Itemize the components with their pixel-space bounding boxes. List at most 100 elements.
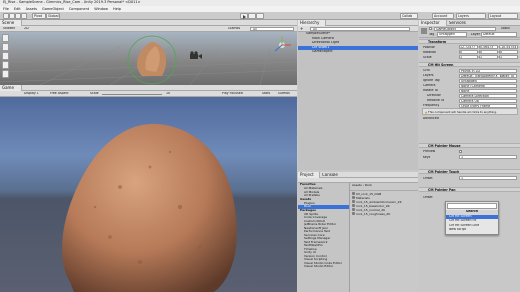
- file-name: rock_15_roughness_2K: [356, 212, 391, 216]
- menu-window[interactable]: Window: [94, 7, 108, 11]
- hierarchy-search-input[interactable]: All: [310, 27, 410, 31]
- view-tool-icon[interactable]: [2, 34, 9, 42]
- hierarchy-item[interactable]: GameObject: [298, 50, 418, 55]
- camera-gizmo-icon[interactable]: [190, 51, 202, 59]
- stats-toggle[interactable]: Stats: [262, 92, 270, 95]
- field-label: Layers: [423, 74, 434, 77]
- field-dropdown[interactable]: None: [459, 88, 517, 93]
- scale-z[interactable]: 1: [499, 55, 518, 59]
- add-component-popup: Search CM Hit Screen CM Hit Screen Fit C…: [445, 201, 499, 235]
- field-dropdown[interactable]: None (Camera): [459, 83, 517, 88]
- pointer-mouse-header[interactable]: CM Pointer Mouse: [419, 143, 520, 148]
- file-icon: [352, 200, 355, 203]
- position-z[interactable]: -10.54754: [499, 45, 518, 49]
- pivot-toggle[interactable]: Pivot: [32, 13, 46, 19]
- file-icon: [352, 192, 355, 195]
- breadcrumb-rock[interactable]: Rock: [365, 183, 372, 187]
- scene-orientation-gizmo[interactable]: [272, 35, 292, 55]
- menu-gameobject[interactable]: GameObject: [42, 7, 64, 11]
- move-handle-icon[interactable]: [2, 43, 9, 51]
- add-component-item[interactable]: New script: [446, 228, 498, 233]
- display-dropdown[interactable]: Display 1: [24, 92, 39, 95]
- rotation-z[interactable]: 0: [499, 50, 518, 54]
- field-dropdown[interactable]: Default, TransparentFX, Water, UI: [459, 73, 517, 78]
- file-list: 03_rock_15_DGB Materials rock_15_ambientOc…: [350, 191, 418, 216]
- tab-services[interactable]: Services: [449, 21, 466, 25]
- hierarchy-create-button[interactable]: +: [300, 27, 303, 31]
- rotate-handle-icon[interactable]: [2, 52, 9, 60]
- global-toggle[interactable]: Global: [46, 13, 60, 19]
- advanced-foldout[interactable]: Advanced: [423, 117, 439, 120]
- layer-dropdown[interactable]: Default: [481, 32, 517, 37]
- tab-console[interactable]: Console: [322, 173, 338, 177]
- active-checkbox[interactable]: [429, 27, 432, 30]
- tag-dropdown[interactable]: Untagged: [437, 32, 467, 37]
- file-icon: [352, 212, 355, 215]
- game-gizmos-dropdown[interactable]: Gizmos: [278, 92, 290, 95]
- tag-label: Tag: [429, 32, 435, 36]
- pointer-mouse-keys-field[interactable]: 1: [459, 155, 517, 159]
- rect-handle-icon[interactable]: [2, 70, 9, 78]
- aspect-dropdown[interactable]: Free Aspect: [50, 92, 69, 95]
- play-button[interactable]: [240, 13, 248, 19]
- play-focused-toggle[interactable]: Play Focused: [222, 92, 243, 95]
- project-folder-tree: Favorites All Materials All Models All P…: [298, 183, 350, 292]
- scene-viewport[interactable]: [0, 32, 297, 85]
- scale-x[interactable]: 1: [459, 55, 478, 59]
- scene-gizmos-dropdown[interactable]: Gizmos: [228, 27, 240, 30]
- step-button[interactable]: [256, 13, 264, 19]
- pointer-touch-header[interactable]: CM Pointer Touch: [419, 169, 520, 174]
- play-icon: [243, 15, 246, 19]
- static-toggle[interactable]: Static: [501, 27, 510, 30]
- add-component-search-input[interactable]: [447, 203, 497, 209]
- layout-dropdown[interactable]: Layout: [488, 13, 518, 19]
- package-item[interactable]: Visual Studio Editor: [298, 265, 349, 269]
- scale-handle-icon[interactable]: [2, 61, 9, 69]
- shading-dropdown[interactable]: Shaded: [3, 27, 15, 30]
- field-dropdown[interactable]: Untagged: [459, 78, 517, 83]
- pointer-touch-offset-field[interactable]: 1: [459, 176, 517, 180]
- menu-component[interactable]: Component: [69, 7, 89, 11]
- field-dropdown[interactable]: Points in 2D: [459, 68, 517, 73]
- scale-value: 1x: [166, 92, 170, 95]
- game-viewport[interactable]: [0, 97, 297, 292]
- menu-edit[interactable]: Edit: [14, 7, 21, 11]
- account-button[interactable]: Account: [432, 13, 454, 19]
- field-label: Ignore Tag: [423, 79, 440, 82]
- warning-icon: ▲: [425, 109, 428, 114]
- field-label: Relative To: [427, 99, 445, 102]
- scale-slider[interactable]: [102, 94, 162, 95]
- hit-screen-header[interactable]: CM Hit Screen: [419, 62, 520, 67]
- rotation-y[interactable]: 0: [479, 50, 498, 54]
- rotation-x[interactable]: 0: [459, 50, 478, 54]
- scale-tool-button[interactable]: [21, 13, 27, 19]
- scale-y[interactable]: 1: [479, 55, 498, 59]
- pause-button[interactable]: [248, 13, 256, 19]
- layers-dropdown[interactable]: Layers: [456, 13, 486, 19]
- field-dropdown[interactable]: Camera Direction: [459, 93, 517, 98]
- scene-search-input[interactable]: All: [250, 27, 294, 31]
- project-files: Assets › Rock 03_rock_15_DGB Materials roc…: [350, 183, 418, 292]
- field-label: Camera: [423, 84, 436, 87]
- menu-assets[interactable]: Assets: [26, 7, 37, 11]
- position-label: Position: [423, 46, 436, 49]
- pointer-pan-header[interactable]: CM Pointer Pan: [419, 187, 520, 192]
- 2d-toggle[interactable]: 2D: [24, 27, 29, 30]
- file-item[interactable]: rock_15_roughness_2K: [350, 212, 418, 216]
- menu-help[interactable]: Help: [113, 7, 121, 11]
- scene-left-toolstrip: [2, 34, 9, 78]
- object-name-field[interactable]: GameObject: [434, 26, 496, 31]
- transform-header[interactable]: Transform: [419, 39, 520, 44]
- field-label: Direction: [427, 94, 442, 97]
- file-icon: [352, 208, 355, 211]
- position-y[interactable]: 0.56473: [479, 45, 498, 49]
- collab-button[interactable]: Collab: [400, 13, 418, 19]
- menu-file[interactable]: File: [3, 7, 9, 11]
- file-icon: [352, 204, 355, 207]
- breadcrumb-assets[interactable]: Assets: [352, 183, 362, 187]
- field-dropdown[interactable]: Camera Up: [459, 98, 517, 103]
- pointer-mouse-preview-checkbox[interactable]: [459, 150, 462, 153]
- window-title: EJ_Rise - SampleScene - Gimmics_Rise_Cam…: [3, 0, 141, 4]
- position-x[interactable]: 12.72477: [459, 45, 478, 49]
- field-dropdown[interactable]: Once Every Frame: [459, 103, 517, 108]
